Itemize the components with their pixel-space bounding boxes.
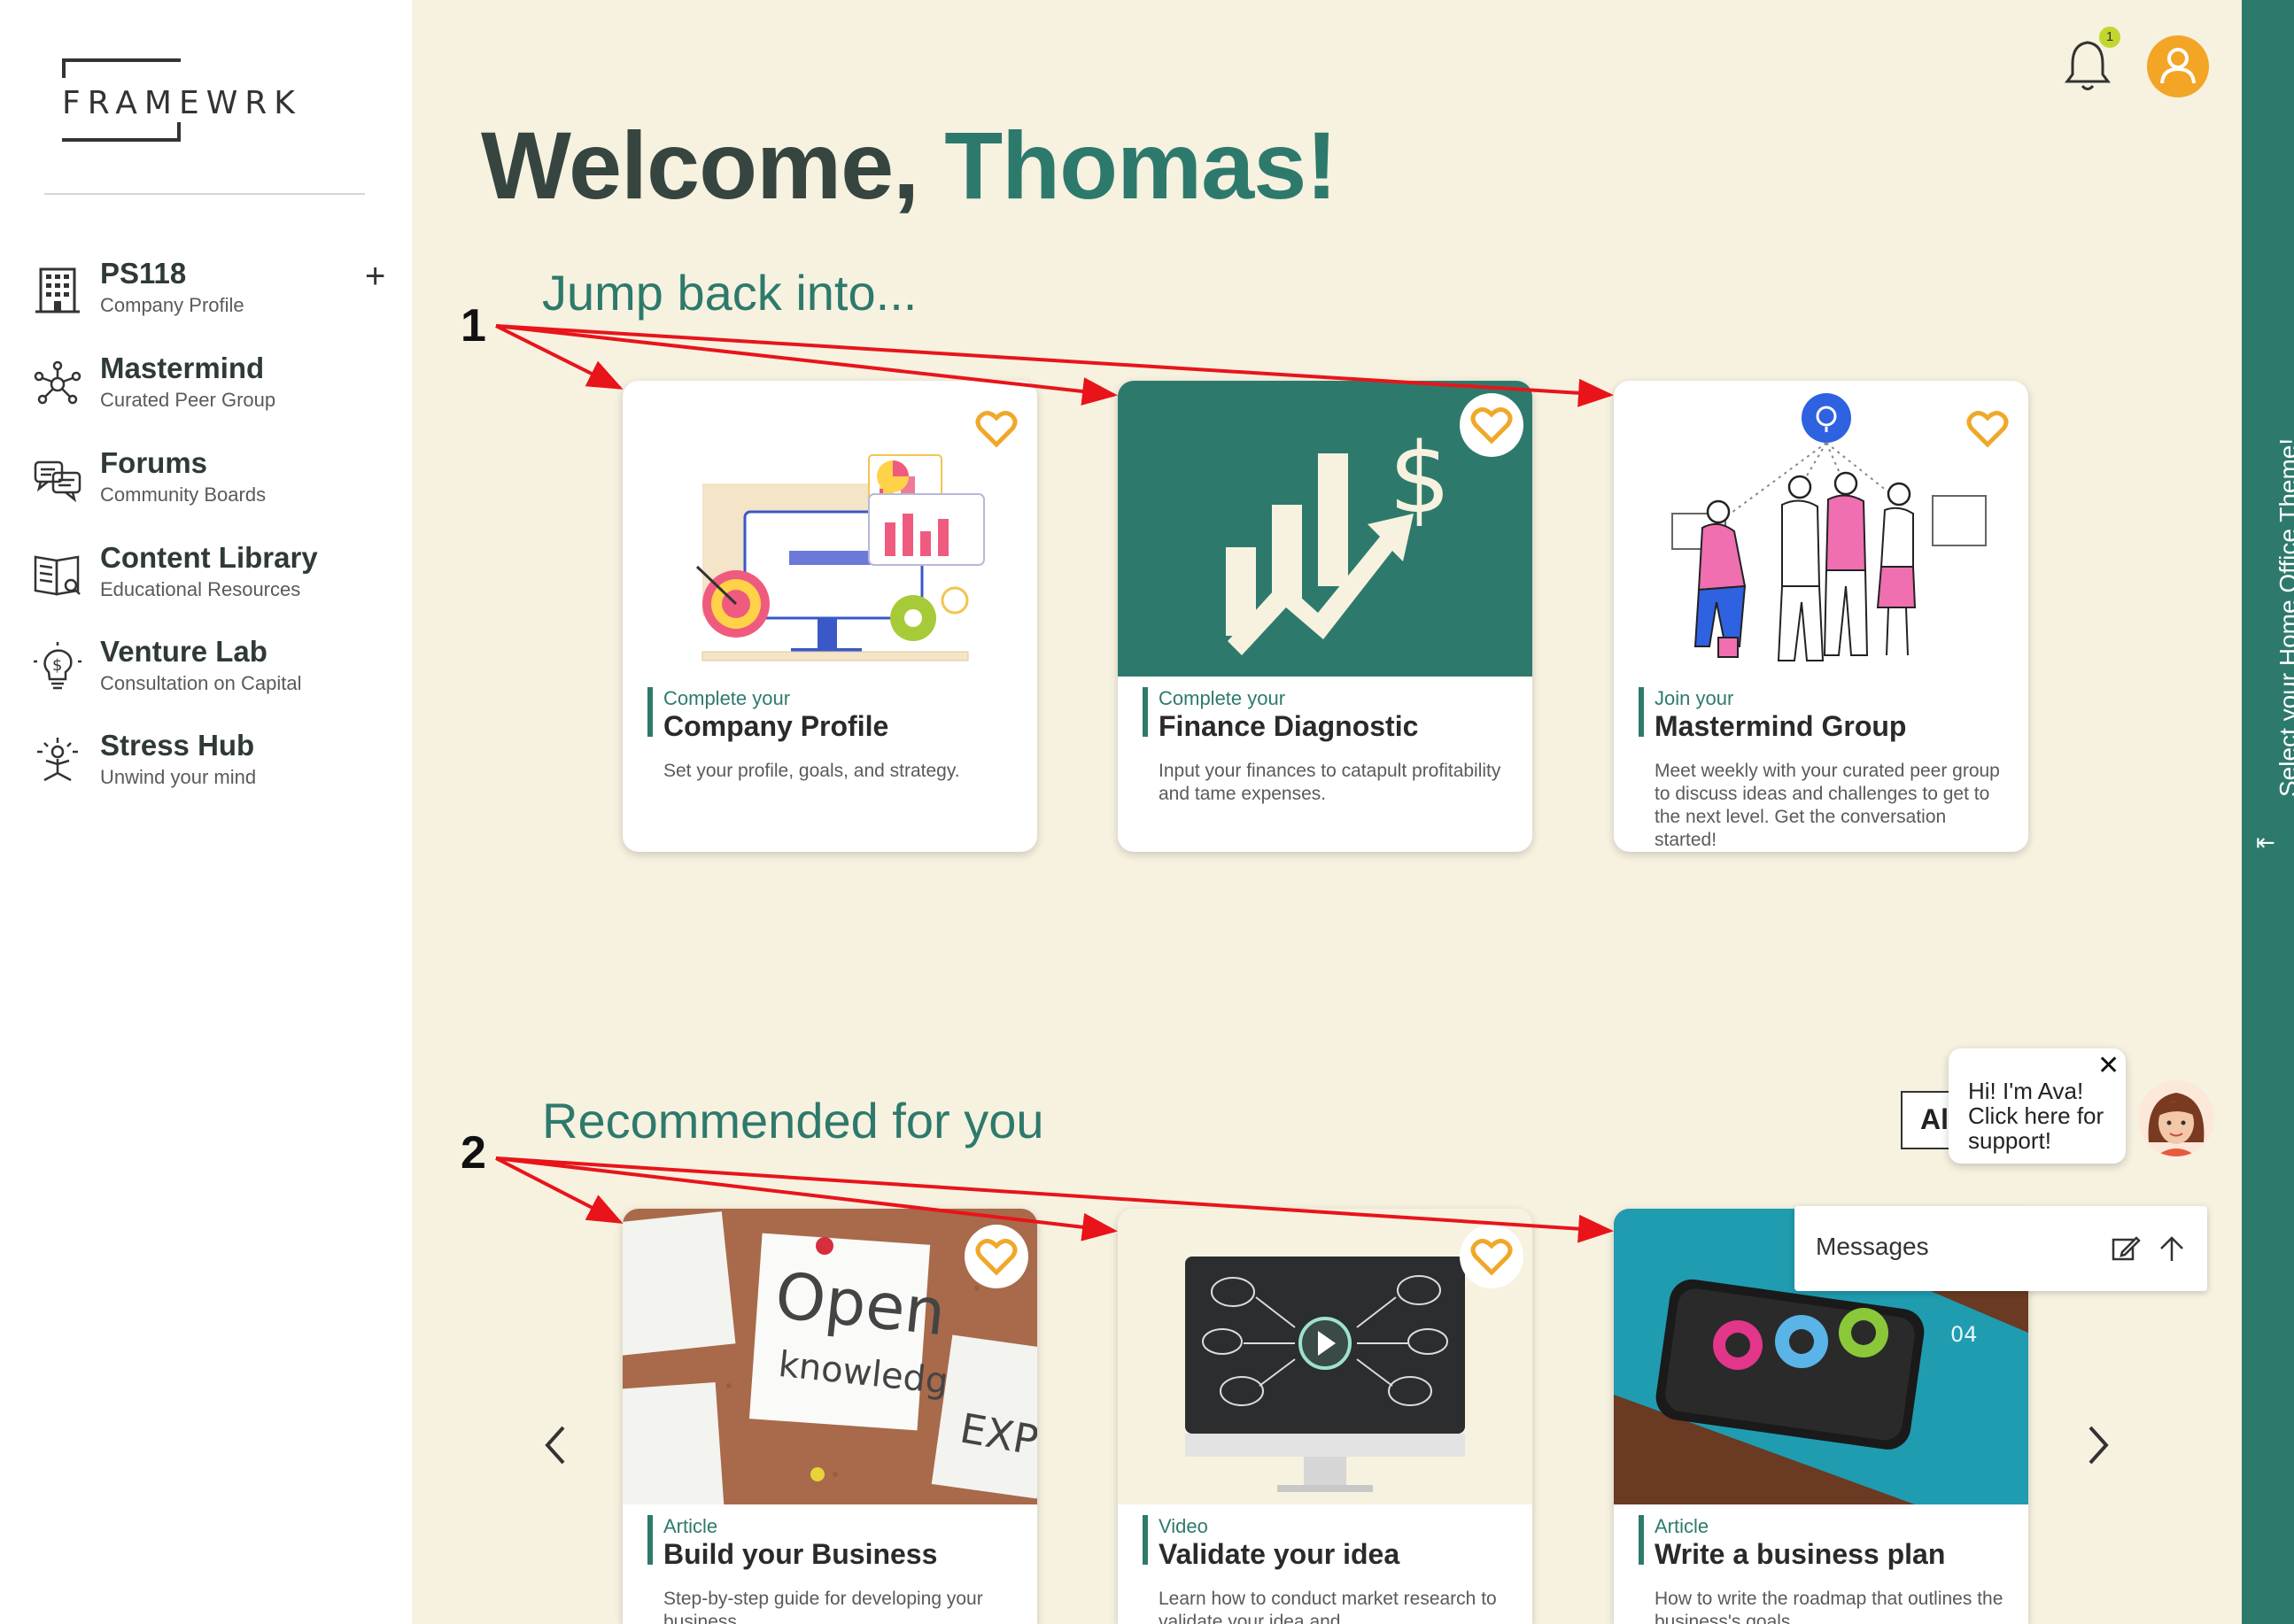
- sidebar-item-subtitle: Curated Peer Group: [100, 389, 276, 411]
- notification-badge: 1: [2099, 27, 2120, 48]
- ava-message: Hi! I'm Ava! Click here for support!: [1968, 1078, 2104, 1154]
- favorite-button[interactable]: [1956, 397, 2019, 460]
- carousel-next-button[interactable]: [2081, 1419, 2117, 1472]
- sidebar-item-content-library[interactable]: Content Library Educational Resources: [32, 541, 404, 621]
- sidebar-item-forums[interactable]: Forums Community Boards: [32, 446, 404, 526]
- card-kicker: Complete your: [1159, 687, 1286, 709]
- card-kicker: Article: [1655, 1515, 1709, 1537]
- heart-icon: [975, 1239, 1018, 1276]
- theme-panel-label: Select your Home Office Theme!: [2275, 437, 2294, 797]
- svg-text:04: 04: [1950, 1322, 1978, 1347]
- ava-chat-bubble[interactable]: Hi! I'm Ava! Click here for support! ✕: [1949, 1048, 2126, 1164]
- card-title: Validate your idea: [1159, 1538, 1400, 1570]
- card-title: Mastermind Group: [1655, 710, 1907, 742]
- ava-avatar[interactable]: [2138, 1080, 2214, 1156]
- relax-person-icon: [37, 738, 78, 782]
- sidebar-item-subtitle: Consultation on Capital: [100, 672, 302, 694]
- user-avatar[interactable]: [2147, 35, 2209, 97]
- sidebar-item-subtitle: Company Profile: [100, 294, 244, 316]
- sidebar-item-title: Stress Hub: [100, 729, 255, 762]
- sidebar-item-company-profile[interactable]: PS118 Company Profile +: [32, 257, 404, 336]
- card-validate-your-idea[interactable]: Video Validate your idea Learn how to co…: [1118, 1209, 1532, 1624]
- card-title: Build your Business: [663, 1538, 938, 1570]
- card-company-profile[interactable]: Complete your Company Profile Set your p…: [623, 381, 1037, 852]
- jump-back-title: Jump back into...: [542, 265, 918, 321]
- sidebar-item-subtitle: Unwind your mind: [100, 766, 257, 788]
- theme-panel-toggle-icon[interactable]: ⇤: [2256, 829, 2275, 856]
- add-company-button[interactable]: +: [365, 259, 385, 294]
- card-kicker: Join your: [1655, 687, 1734, 709]
- ava-close-icon[interactable]: ✕: [2097, 1050, 2120, 1081]
- svg-text:$: $: [1389, 421, 1451, 535]
- theme-panel[interactable]: [2242, 0, 2294, 1624]
- building-icon: [35, 267, 80, 313]
- sidebar-item-mastermind[interactable]: Mastermind Curated Peer Group: [32, 352, 404, 431]
- sidebar-item-title: Venture Lab: [100, 635, 267, 668]
- card-kicker: Article: [663, 1515, 718, 1537]
- book-icon: [34, 555, 81, 596]
- card-kicker: Video: [1159, 1515, 1208, 1537]
- welcome-prefix: Welcome,: [481, 112, 945, 219]
- user-icon: [2160, 48, 2196, 84]
- card-finance-diagnostic[interactable]: $ Complete your Finance Diagnostic Input…: [1118, 381, 1532, 852]
- sidebar-item-title: Mastermind: [100, 352, 265, 384]
- card-accent: [1639, 687, 1644, 737]
- sidebar-item-title: Content Library: [100, 541, 318, 574]
- favorite-button[interactable]: [965, 397, 1028, 460]
- card-accent: [647, 687, 653, 737]
- sidebar-item-subtitle: Community Boards: [100, 483, 267, 506]
- heart-icon: [1470, 407, 1513, 445]
- card-description: Input your finances to catapult profitab…: [1159, 761, 1501, 804]
- sidebar: FRAMEWRK PS118 Company Profile + Masterm…: [0, 0, 412, 1624]
- sidebar-divider: [44, 193, 365, 195]
- logo-text: FRAMEWRK: [62, 85, 302, 121]
- sidebar-item-subtitle: Educational Resources: [100, 578, 301, 600]
- card-accent: [1639, 1515, 1644, 1565]
- card-title: Company Profile: [663, 710, 889, 742]
- logo-bar-top: [62, 58, 181, 78]
- favorite-button[interactable]: [965, 1225, 1028, 1288]
- carousel-prev-button[interactable]: [537, 1419, 572, 1472]
- heart-icon: [1966, 411, 2009, 448]
- card-accent: [1143, 1515, 1148, 1565]
- card-accent: [1143, 687, 1148, 737]
- logo-bar-bottom: [62, 122, 181, 142]
- card-description: Set your profile, goals, and strategy.: [663, 761, 960, 781]
- heart-icon: [1470, 1239, 1513, 1276]
- annotation-marker-2: 2: [461, 1127, 486, 1179]
- welcome-name: Thomas!: [944, 112, 1337, 219]
- card-description: Meet weekly with your curated peer group…: [1655, 761, 2000, 850]
- card-title: Finance Diagnostic: [1159, 710, 1419, 742]
- favorite-button[interactable]: [1460, 1225, 1523, 1288]
- card-mastermind-group[interactable]: Join your Mastermind Group Meet weekly w…: [1614, 381, 2028, 852]
- ava-avatar-icon: [2148, 1093, 2205, 1156]
- card-accent: [647, 1515, 653, 1565]
- favorite-button[interactable]: [1460, 393, 1523, 457]
- sidebar-item-title: Forums: [100, 446, 208, 479]
- messages-label: Messages: [1816, 1233, 1929, 1260]
- svg-text:$: $: [52, 656, 62, 675]
- sidebar-item-stress-hub[interactable]: Stress Hub Unwind your mind: [32, 729, 404, 808]
- lightbulb-dollar-icon: $: [34, 642, 81, 690]
- messages-panel[interactable]: Messages: [1794, 1206, 2207, 1291]
- compose-icon[interactable]: [2110, 1233, 2142, 1264]
- sidebar-item-venture-lab[interactable]: $ Venture Lab Consultation on Capital: [32, 635, 404, 715]
- network-icon: [34, 360, 81, 405]
- card-build-your-business[interactable]: Open knowledge EXPE Article Build your B…: [623, 1209, 1037, 1624]
- card-description: Learn how to conduct market research to …: [1159, 1589, 1497, 1624]
- heart-icon: [975, 411, 1018, 448]
- card-title: Write a business plan: [1655, 1538, 1946, 1570]
- card-description: How to write the roadmap that outlines t…: [1655, 1589, 2003, 1624]
- sidebar-item-title: PS118: [100, 257, 187, 290]
- expand-up-icon[interactable]: [2156, 1233, 2188, 1264]
- card-description: Step-by-step guide for developing your b…: [663, 1589, 983, 1624]
- card-kicker: Complete your: [663, 687, 791, 709]
- recommended-title: Recommended for you: [542, 1093, 1044, 1148]
- welcome-heading: Welcome, Thomas!: [481, 110, 1337, 220]
- annotation-marker-1: 1: [461, 300, 486, 352]
- chat-bubbles-icon: [34, 460, 81, 503]
- framewrk-logo[interactable]: FRAMEWRK: [62, 58, 295, 142]
